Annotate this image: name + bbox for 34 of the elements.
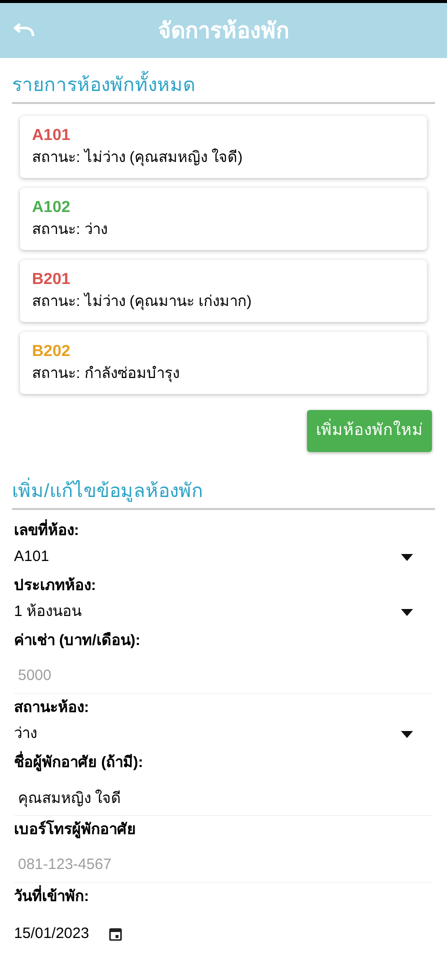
- field-label: ค่าเช่า (บาท/เดือน):: [14, 631, 140, 651]
- page-title: จัดการห้องพัก: [158, 17, 289, 45]
- room-card[interactable]: B201 สถานะ: ไม่ว่าง (คุณมานะ เก่งมาก): [20, 260, 427, 322]
- dropdown[interactable]: 1 ห้องนอน: [14, 597, 433, 627]
- input-field[interactable]: คุณสมหญิง ใจดี: [14, 780, 433, 816]
- room-number: A101: [32, 126, 70, 146]
- room-status: สถานะ: กำลังซ่อมบำรุง: [32, 364, 180, 384]
- input-field[interactable]: 081-123-4567: [14, 847, 433, 883]
- section-title: รายการห้องพักทั้งหมด: [12, 70, 195, 100]
- field-label: สถานะห้อง:: [14, 698, 89, 718]
- room-card[interactable]: A101 สถานะ: ไม่ว่าง (คุณสมหญิง ใจดี): [20, 116, 427, 178]
- field-label: วันที่เข้าพัก:: [14, 886, 89, 908]
- room-status: สถานะ: ไม่ว่าง (คุณสมหญิง ใจดี): [32, 148, 243, 168]
- calendar-icon: [109, 927, 122, 941]
- dropdown[interactable]: ว่าง: [14, 719, 433, 749]
- dropdown[interactable]: A101: [14, 542, 433, 572]
- room-number: A102: [32, 198, 70, 218]
- room-number: B202: [32, 342, 70, 362]
- field-label: ประเภทห้อง:: [14, 576, 96, 596]
- date-field[interactable]: 15/01/2023: [14, 916, 122, 952]
- caret-icon: [401, 554, 413, 560]
- room-status: สถานะ: ว่าง: [32, 220, 108, 240]
- field-label: เบอร์โทรผู้พักอาศัย: [14, 819, 136, 840]
- room-card[interactable]: A102 สถานะ: ว่าง: [20, 188, 427, 250]
- undo-icon: [13, 23, 35, 37]
- input-field[interactable]: 5000: [14, 658, 433, 694]
- section-title: เพิ่ม/แก้ไขข้อมูลห้องพัก: [12, 476, 204, 506]
- room-status: สถานะ: ไม่ว่าง (คุณมานะ เก่งมาก): [32, 292, 252, 312]
- caret-icon: [401, 608, 413, 616]
- room-number: B201: [32, 270, 70, 290]
- field-label: ชื่อผู้พักอาศัย (ถ้ามี):: [14, 752, 144, 774]
- room-card[interactable]: B202 สถานะ: กำลังซ่อมบำรุง: [20, 332, 427, 394]
- field-label: เลขที่ห้อง:: [14, 520, 79, 542]
- caret-icon: [401, 730, 413, 738]
